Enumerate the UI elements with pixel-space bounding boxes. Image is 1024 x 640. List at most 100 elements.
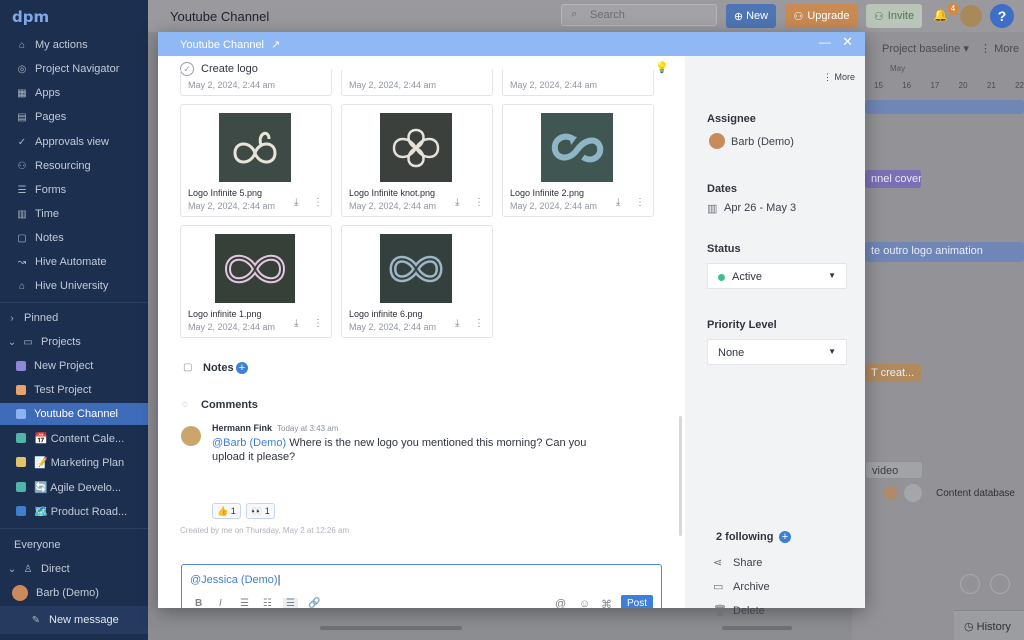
link-icon[interactable]: 🔗 (308, 598, 320, 608)
sidebar-item-my-actions[interactable]: ⌂ My actions (0, 34, 148, 56)
post-button[interactable]: Post (621, 595, 653, 608)
file-card[interactable]: Logo Infinite 5.png May 2, 2024, 2:44 am… (180, 104, 332, 217)
sidebar-project-item[interactable]: 🔄 Agile Develo... (0, 476, 148, 498)
more-vertical-icon[interactable]: ⋮ (313, 197, 323, 208)
gantt-bar[interactable]: te outro logo animation (865, 242, 1024, 262)
horizontal-scrollbar[interactable] (320, 626, 462, 630)
italic-icon[interactable]: I (219, 598, 222, 608)
sidebar-project-item[interactable]: Test Project (0, 379, 148, 401)
sidebar-projects[interactable]: ⌄ ▭ Projects (0, 331, 148, 353)
sidebar-item-notes[interactable]: ▢ Notes (0, 227, 148, 249)
new-message-button[interactable]: ✎ New message (0, 606, 148, 634)
sidebar-item-pages[interactable]: ▤ Pages (0, 106, 148, 128)
expand-icon[interactable] (990, 574, 1010, 594)
share-action[interactable]: ⋖ Share (713, 556, 762, 570)
gantt-bar[interactable]: video (865, 461, 923, 479)
download-icon[interactable]: ⤓ (294, 197, 298, 208)
upgrade-button[interactable]: ⚇ Upgrade (785, 4, 858, 28)
sidebar-everyone[interactable]: Everyone (0, 534, 148, 556)
reaction-eyes[interactable]: 👀 1 (246, 503, 275, 519)
minimize-icon[interactable]: — (819, 35, 831, 49)
gantt-bar[interactable]: T creat... (865, 364, 921, 382)
sidebar-item-project-navigator[interactable]: ◎ Project Navigator (0, 58, 148, 80)
reaction-thumbs-up[interactable]: 👍 1 (212, 503, 241, 519)
history-button[interactable]: ◷ History (954, 610, 1024, 640)
sidebar-project-item[interactable]: 📝 Marketing Plan (0, 451, 148, 473)
external-link-icon[interactable]: ↗ (271, 39, 280, 51)
dates-value[interactable]: Apr 26 - May 3 (724, 202, 796, 214)
sidebar-item-hive-university[interactable]: ⌂ Hive University (0, 275, 148, 297)
sidebar-project-item[interactable]: 📅 Content Cale... (0, 427, 148, 449)
assignee-label: Assignee (707, 113, 756, 125)
new-button[interactable]: ⊕ New (726, 4, 776, 28)
delete-action[interactable]: 🗑 Delete (713, 604, 765, 618)
archive-action[interactable]: ▭ Archive (713, 580, 770, 594)
comment-input-text[interactable]: @Jessica (Demo)| (190, 574, 280, 586)
file-card[interactable]: Logo infinite 1.png May 2, 2024, 2:44 am… (180, 225, 332, 338)
bold-icon[interactable]: B (195, 598, 202, 608)
emoji-icon[interactable]: ☺ (579, 598, 590, 608)
sidebar-direct[interactable]: ⌄ ♙ Direct (0, 558, 148, 580)
details-more-menu[interactable]: ⋮ More (823, 72, 855, 83)
download-icon[interactable]: ⤓ (455, 197, 459, 208)
scrollbar[interactable] (679, 416, 682, 536)
sidebar-project-item[interactable]: 🗺️ Product Road... (0, 500, 148, 522)
modal-project-link[interactable]: Youtube Channel (180, 39, 264, 51)
horizontal-scrollbar[interactable] (722, 626, 792, 630)
assignee-name[interactable]: Barb (Demo) (731, 136, 794, 148)
gantt-bar[interactable]: nnel cover (865, 170, 921, 188)
bullet-list-icon[interactable]: ☷ (263, 598, 272, 608)
attachment-icon[interactable]: ⌘ (601, 598, 612, 608)
undo-icon[interactable] (960, 574, 980, 594)
sidebar-item-forms[interactable]: ☰ Forms (0, 179, 148, 201)
sidebar-project-item[interactable]: New Project (0, 355, 148, 377)
numbered-list-icon[interactable]: ☰ (240, 598, 249, 608)
comment-input[interactable]: @Jessica (Demo)| B I ☰ ☷ ☰ 🔗 @ ☺ ⌘ Post (181, 564, 662, 608)
file-card-partial[interactable]: May 2, 2024, 2:44 am (180, 70, 332, 96)
mention-icon[interactable]: @ (555, 598, 566, 608)
add-note-button[interactable]: + (236, 362, 248, 374)
sidebar-project-item-active[interactable]: Youtube Channel (0, 403, 148, 425)
file-card[interactable]: Logo Infinite 2.png May 2, 2024, 2:44 am… (502, 104, 654, 217)
download-icon[interactable]: ⤓ (455, 318, 459, 329)
project-baseline-dropdown[interactable]: Project baseline ▾ (882, 42, 969, 55)
close-icon[interactable]: ✕ (842, 34, 853, 50)
sidebar-item-resourcing[interactable]: ⚇ Resourcing (0, 155, 148, 177)
invite-button[interactable]: ⚇ Invite (866, 4, 922, 28)
sidebar-item-time[interactable]: ▥ Time (0, 203, 148, 225)
add-follower-button[interactable]: + (779, 531, 791, 543)
sidebar-item-apps[interactable]: ▦ Apps (0, 82, 148, 104)
comment-text-line2: upload it please? (212, 451, 296, 463)
file-thumbnail (380, 113, 452, 182)
status-dropdown[interactable]: Active ▼ (707, 263, 847, 289)
sidebar-pinned[interactable]: › Pinned (0, 307, 148, 329)
assignee-avatar (709, 133, 725, 149)
priority-dropdown[interactable]: None ▼ (707, 339, 847, 365)
comment-mention[interactable]: @Barb (Demo) (212, 437, 286, 449)
download-icon[interactable]: ⤓ (294, 318, 298, 329)
more-vertical-icon[interactable]: ⋮ (474, 318, 484, 329)
search-input[interactable]: ⌕ Search (561, 4, 717, 26)
file-card-partial[interactable]: May 2, 2024, 2:44 am (341, 70, 493, 96)
bell-icon[interactable]: 🔔 (933, 8, 948, 22)
file-name: Logo Infinite 2.png (510, 188, 585, 198)
sidebar-direct-user[interactable]: Barb (Demo) (0, 582, 148, 604)
download-icon[interactable]: ⤓ (616, 197, 620, 208)
indent-icon[interactable]: ☰ (283, 598, 298, 608)
more-menu[interactable]: ⋮ More (980, 42, 1019, 55)
lightbulb-icon[interactable]: 💡 (655, 61, 669, 74)
more-vertical-icon[interactable]: ⋮ (313, 318, 323, 329)
following-count[interactable]: 2 following (716, 531, 773, 543)
user-avatar[interactable] (960, 5, 982, 27)
more-vertical-icon[interactable]: ⋮ (635, 197, 645, 208)
sidebar-item-hive-automate[interactable]: ↝ Hive Automate (0, 251, 148, 273)
more-vertical-icon[interactable]: ⋮ (474, 197, 484, 208)
file-card[interactable]: Logo infinite 6.png May 2, 2024, 2:44 am… (341, 225, 493, 338)
calendar-icon: ▥ (707, 203, 718, 215)
help-button[interactable]: ? (990, 4, 1014, 28)
file-card[interactable]: Logo Infinite knot.png May 2, 2024, 2:44… (341, 104, 493, 217)
gantt-bar[interactable] (865, 100, 1024, 114)
sidebar-item-approvals[interactable]: ✓ Approvals view (0, 131, 148, 153)
file-card-partial[interactable]: May 2, 2024, 2:44 am (502, 70, 654, 96)
app-logo[interactable]: dpm (12, 8, 49, 26)
